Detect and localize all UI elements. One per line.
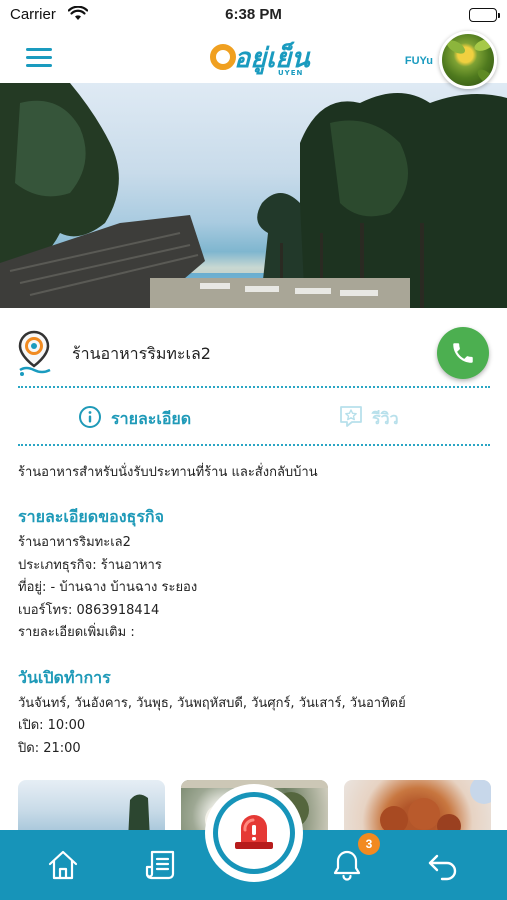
hours-section-title: วันเปิดทำการ <box>18 667 111 687</box>
sos-siren-icon <box>235 815 273 849</box>
phone-number[interactable]: เบอร์โทร: 0863918414 <box>18 600 493 623</box>
business-cover-image <box>0 83 507 308</box>
app-header: อยู่เย็น UYEN FUYu <box>0 30 507 89</box>
details-section-title: รายละเอียดของธุรกิจ <box>18 507 164 526</box>
open-time: เปิด: 10:00 <box>18 718 86 733</box>
app-logo: อยู่เย็น UYEN <box>210 40 310 80</box>
bell-icon[interactable] <box>329 847 365 883</box>
call-button[interactable] <box>437 327 489 379</box>
tab-reviews-label: รีวิว <box>372 409 399 428</box>
hamburger-menu-icon[interactable] <box>26 48 52 68</box>
detail-line: ร้านอาหารริมทะเล2 <box>18 535 131 550</box>
info-icon <box>78 405 102 433</box>
open-days: วันจันทร์, วันอังคาร, วันพุธ, วันพฤหัสบด… <box>18 695 406 711</box>
close-time: ปิด: 21:00 <box>18 740 81 756</box>
list-icon[interactable] <box>143 847 179 883</box>
detail-line: ที่อยู่: - บ้านฉาง บ้านฉาง ระยอง <box>18 580 198 595</box>
business-details: ร้านอาหารสำหรับนั่งรับประทานที่ร้าน และส… <box>18 462 493 760</box>
notification-badge: 3 <box>358 833 380 855</box>
clock: 6:38 PM <box>225 6 282 23</box>
home-icon[interactable] <box>45 847 81 883</box>
business-name: ร้านอาหารริมทะเล2 <box>72 344 211 363</box>
status-bar: Carrier 6:38 PM <box>0 0 507 30</box>
star-review-icon <box>338 405 364 433</box>
location-pin-icon <box>16 330 56 376</box>
sos-button[interactable] <box>205 784 303 882</box>
tab-details-label: รายละเอียด <box>111 409 192 428</box>
back-arrow-icon[interactable] <box>425 847 461 883</box>
detail-line: ประเภทธุรกิจ: ร้านอาหาร <box>18 557 162 573</box>
username[interactable]: FUYu <box>405 55 433 67</box>
battery-icon <box>469 8 500 22</box>
business-info-row: ร้านอาหารริมทะเล2 <box>0 322 507 382</box>
detail-line: รายละเอียดเพิ่มเติม : <box>18 625 135 640</box>
divider <box>18 444 490 446</box>
avatar[interactable] <box>439 31 497 89</box>
business-description: ร้านอาหารสำหรับนั่งรับประทานที่ร้าน และส… <box>18 465 318 480</box>
phone-icon <box>453 343 473 363</box>
divider <box>18 386 490 388</box>
